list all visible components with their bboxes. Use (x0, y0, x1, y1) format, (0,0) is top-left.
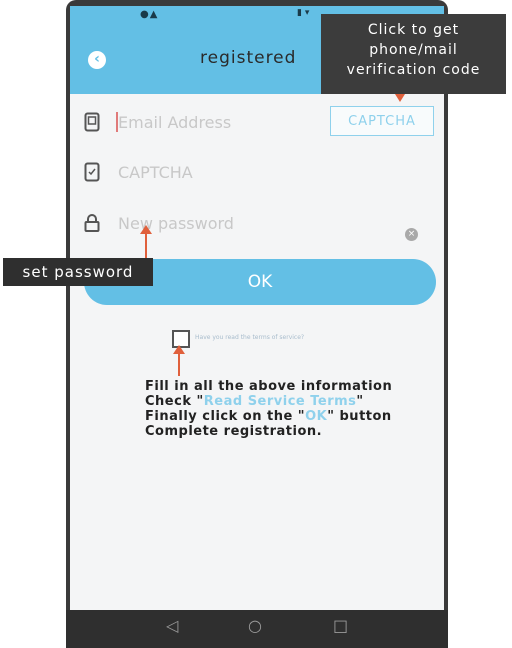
instruction-line: Finally click on the "OK" button (145, 409, 392, 424)
instruction-text-part: Check " (145, 394, 204, 409)
phone-device-icon (84, 112, 100, 132)
text-cursor (116, 112, 118, 132)
get-captcha-button[interactable]: CAPTCHA (330, 106, 434, 136)
clear-icon[interactable]: × (405, 228, 418, 241)
back-button[interactable]: ‹ (88, 51, 106, 69)
email-field[interactable]: Email Address (118, 113, 231, 132)
lock-icon (84, 214, 100, 232)
chevron-left-icon: ‹ (94, 51, 100, 67)
arrow-line (178, 352, 180, 376)
status-icons-right: ▮ ▾ (297, 8, 310, 18)
callout-line: Click to get (367, 22, 460, 38)
password-field[interactable]: New password (118, 214, 234, 233)
status-icons-left: ●▲ (140, 9, 159, 20)
set-password-label: set password (3, 258, 153, 286)
instruction-line: Check "Read Service Terms" (145, 394, 392, 409)
captcha-callout: Click to get phone/mail verification cod… (321, 14, 506, 94)
arrow-line (145, 232, 147, 258)
page-title: registered (200, 48, 297, 68)
arrow-down-icon (395, 94, 405, 102)
instruction-text-part: " button (327, 409, 392, 424)
callout-line: verification code (346, 62, 481, 78)
back-nav-icon[interactable]: ◁ (166, 616, 178, 635)
instruction-line: Complete registration. (145, 424, 323, 439)
terms-link[interactable]: Have you read the terms of service? (195, 334, 304, 341)
instruction-text: Fill in all the above information Check … (145, 379, 392, 439)
instruction-text-part: " (356, 394, 364, 409)
instruction-line: Fill in all the above information (145, 379, 393, 394)
callout-line: phone/mail (369, 42, 458, 58)
home-nav-icon[interactable]: ○ (248, 616, 262, 635)
app-screen (70, 6, 444, 610)
read-terms-highlight: Read Service Terms (203, 394, 357, 409)
phone-check-icon (84, 162, 100, 182)
captcha-field[interactable]: CAPTCHA (118, 163, 193, 182)
instruction-text-part: Finally click on the " (145, 409, 306, 424)
ok-highlight: OK (305, 409, 328, 424)
recent-apps-icon[interactable]: □ (333, 616, 348, 635)
